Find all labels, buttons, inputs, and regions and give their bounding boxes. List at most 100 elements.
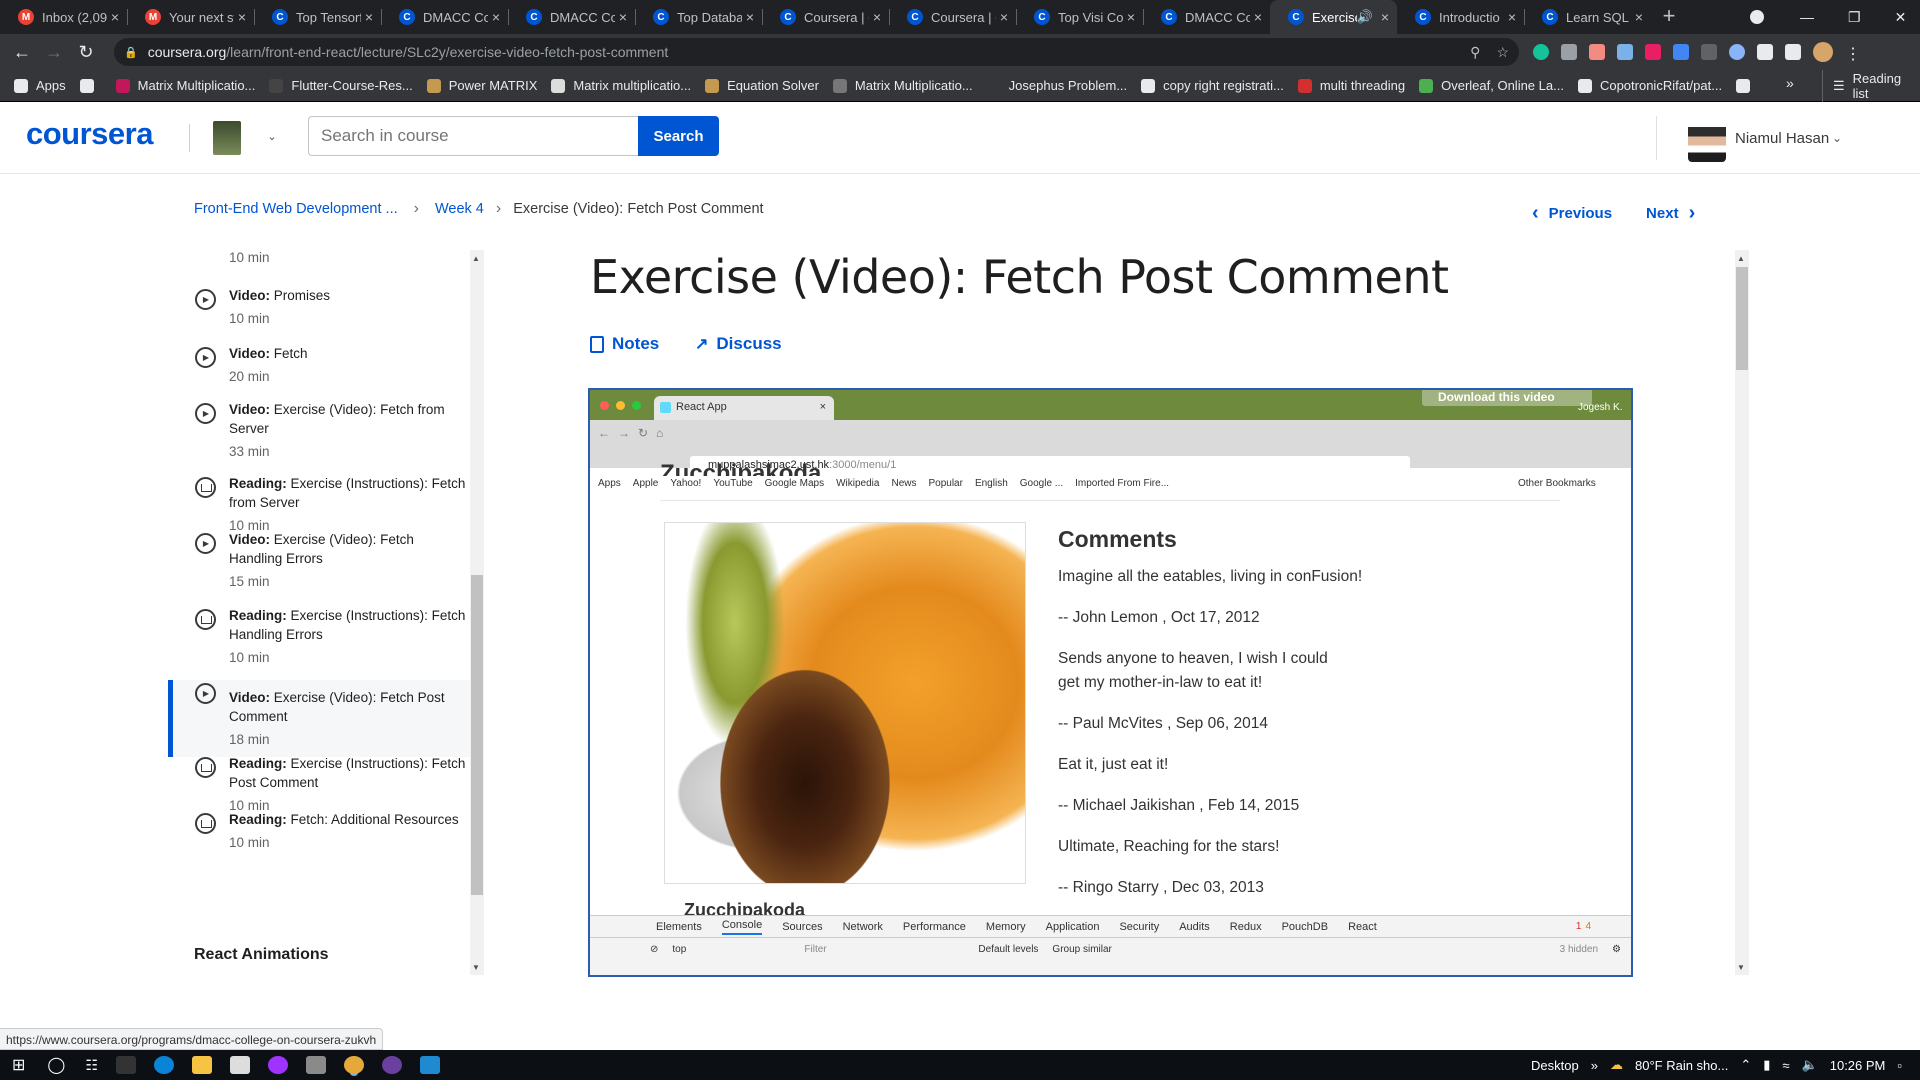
desktop-toolbar-label[interactable]: Desktop (1531, 1058, 1579, 1073)
close-tab-icon[interactable]: × (619, 9, 627, 25)
wifi-icon[interactable]: ≈ (1782, 1058, 1789, 1073)
volume-icon[interactable]: 🔈 (1802, 1057, 1818, 1073)
new-tab-button[interactable]: + (1651, 0, 1687, 34)
audio-icon[interactable]: 🔊 (1357, 9, 1373, 25)
profile-indicator[interactable] (1750, 0, 1764, 34)
chrome-app-icon[interactable] (343, 1056, 364, 1074)
bookmark-item[interactable]: multi threading (1297, 78, 1405, 93)
close-tab-icon[interactable]: × (365, 9, 373, 25)
close-tab-icon[interactable]: × (1000, 9, 1008, 25)
bookmark-item[interactable]: Matrix Multiplicatio... (115, 78, 255, 93)
lesson-list-item[interactable]: ▶ Video: Exercise (Video): Fetch Post Com… (168, 680, 470, 757)
minimize-icon[interactable]: — (1800, 9, 1814, 25)
scroll-down-icon[interactable]: ▼ (1737, 963, 1745, 972)
browser-tab[interactable]: C DMACC Co × (508, 0, 635, 34)
task-view-icon[interactable]: ☷ (85, 1057, 98, 1074)
mail-app-icon[interactable] (229, 1056, 250, 1074)
close-tab-icon[interactable]: × (1508, 9, 1516, 25)
partial-list-item[interactable]: 10 min (168, 250, 470, 267)
program-avatar[interactable] (213, 121, 241, 155)
back-icon[interactable]: ← (6, 42, 38, 63)
close-tab-icon[interactable]: × (873, 9, 881, 25)
scroll-up-icon[interactable]: ▲ (1737, 254, 1745, 263)
extension-icon[interactable] (1729, 44, 1745, 60)
bookmark-item[interactable]: Matrix multiplicatio... (551, 78, 691, 93)
breadcrumb-course-link[interactable]: Front-End Web Development ... (194, 201, 398, 217)
lesson-list-item[interactable]: Reading: Fetch: Additional Resources 10 m… (168, 810, 470, 852)
lesson-list-item[interactable]: ▶ Video: Promises 10 min (168, 286, 470, 328)
terminal-app-icon[interactable] (115, 1056, 136, 1074)
chevron-up-icon[interactable]: ⌃ (1740, 1057, 1751, 1073)
lock-icon[interactable]: 🔒 (124, 46, 138, 59)
edge-app-icon[interactable] (153, 1056, 174, 1074)
bookmark-item[interactable]: Equation Solver (705, 78, 819, 93)
lesson-list-item[interactable]: ▶ Video: Fetch 20 min (168, 344, 470, 386)
app-icon[interactable] (381, 1056, 402, 1074)
download-extension-icon[interactable] (1673, 44, 1689, 60)
scroll-down-icon[interactable]: ▼ (472, 963, 480, 972)
search-button[interactable]: Search (638, 116, 719, 156)
lesson-list-item[interactable]: ▶ Video: Exercise (Video): Fetch Handling… (168, 530, 470, 591)
browser-tab[interactable]: C Top Databa × (635, 0, 762, 34)
windows-start-icon[interactable]: ⊞ (12, 1055, 25, 1075)
url-input[interactable]: 🔒 coursera.org /learn/front-end-react/le… (114, 38, 1519, 66)
download-video-button[interactable]: Download this video (1422, 390, 1592, 406)
discuss-button[interactable]: ↗ Discuss (695, 334, 782, 354)
bookmark-item[interactable]: Josephus Problem... (986, 78, 1127, 93)
close-tab-icon[interactable]: × (746, 9, 754, 25)
bookmark-item[interactable] (79, 78, 102, 93)
bookmark-item[interactable]: CopotronicRifat/pat... (1577, 78, 1722, 93)
clock-time[interactable]: 10:26 PM (1830, 1058, 1886, 1073)
scroll-up-icon[interactable]: ▲ (472, 254, 480, 263)
lesson-list-item[interactable]: Reading: Exercise (Instructions): Fetch … (168, 754, 470, 815)
extension-icon[interactable] (1589, 44, 1605, 60)
maximize-icon[interactable]: ❐ (1848, 9, 1861, 26)
browser-tab[interactable]: C DMACC Co × (1143, 0, 1270, 34)
notes-button[interactable]: Notes (590, 334, 659, 354)
lesson-list-item[interactable]: Reading: Exercise (Instructions): Fetch … (168, 606, 470, 667)
browser-tab[interactable]: C Top Tensorf × (254, 0, 381, 34)
extension-icon[interactable] (1701, 44, 1717, 60)
grammarly-extension-icon[interactable] (1533, 44, 1549, 60)
next-button[interactable]: Next › (1646, 202, 1695, 225)
browser-tab[interactable]: C Exercise🔊 × (1270, 0, 1397, 34)
close-tab-icon[interactable]: × (1381, 9, 1389, 25)
chevron-right-icon[interactable]: » (1591, 1058, 1598, 1073)
profile-dot-icon[interactable] (1750, 10, 1764, 24)
close-window-icon[interactable]: ✕ (1895, 9, 1907, 26)
bookmark-item[interactable]: Overleaf, Online La... (1419, 78, 1564, 93)
browser-tab[interactable]: M Inbox (2,09 × (0, 0, 127, 34)
chevron-down-icon[interactable]: ⌄ (263, 128, 281, 146)
browser-tab[interactable]: C DMACC Co × (381, 0, 508, 34)
weather-text[interactable]: 80°F Rain sho... (1635, 1058, 1728, 1073)
reading-list-button[interactable]: ☰ Reading list (1822, 70, 1920, 102)
scrollbar-thumb[interactable] (1736, 267, 1748, 370)
zoom-icon[interactable]: ⚲ (1470, 44, 1480, 61)
user-avatar[interactable] (1688, 118, 1726, 162)
app-icon[interactable] (305, 1056, 326, 1074)
vscode-app-icon[interactable] (419, 1056, 440, 1074)
browser-tab[interactable]: C Learn SQL × (1524, 0, 1651, 34)
search-icon[interactable]: ◯ (47, 1055, 65, 1075)
close-tab-icon[interactable]: × (238, 9, 246, 25)
lesson-list-item[interactable]: ▶ Video: Exercise (Video): Fetch from Ser… (168, 400, 470, 461)
battery-icon[interactable]: ▮ (1763, 1057, 1770, 1073)
browser-tab[interactable]: C Top Visi Co × (1016, 0, 1143, 34)
bookmark-star-icon[interactable]: ☆ (1496, 44, 1509, 61)
close-tab-icon[interactable]: × (1254, 9, 1262, 25)
browser-tab[interactable]: M Your next st × (127, 0, 254, 34)
bookmark-item[interactable] (1736, 78, 1758, 93)
close-tab-icon[interactable]: × (1127, 9, 1135, 25)
chevron-down-icon[interactable]: ⌄ (1832, 131, 1842, 145)
video-player[interactable]: React App × Download this video Jogesh K.… (588, 388, 1633, 977)
user-name[interactable]: Niamul Hasan (1735, 130, 1829, 147)
close-tab-icon[interactable]: × (111, 9, 119, 25)
breadcrumb-week-link[interactable]: Week 4 (435, 201, 484, 217)
profile-avatar-icon[interactable] (1813, 42, 1833, 62)
notifications-icon[interactable]: ▫ (1897, 1058, 1902, 1073)
weather-icon[interactable]: ☁ (1610, 1057, 1623, 1073)
extension-icon[interactable] (1617, 44, 1633, 60)
bookmark-item[interactable]: Power MATRIX (426, 78, 537, 93)
puzzle-extensions-icon[interactable] (1757, 44, 1773, 60)
section-heading[interactable]: React Animations (194, 946, 329, 964)
